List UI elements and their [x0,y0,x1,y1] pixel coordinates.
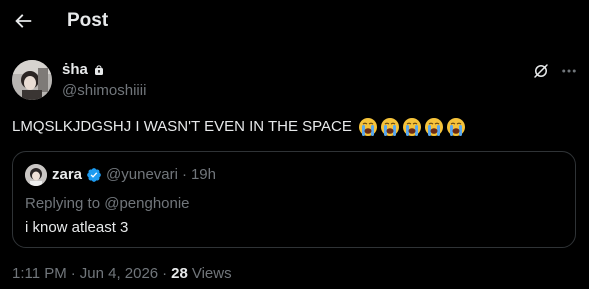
avatar-image [12,60,52,100]
loudly-crying-face-emoji [446,118,465,136]
quoted-avatar-image [25,164,47,186]
quoted-separator: · [181,166,187,183]
post-meta: 1:11 PM · Jun 4, 2026 · 28 Views [12,265,232,283]
page-title: Post [67,10,109,31]
post-time[interactable]: 1:11 PM [12,265,67,283]
author-handle[interactable]: @shimoshiiii [62,82,146,100]
quoted-post-card[interactable]: zara @yunevari · 19h Replying to @pengho… [12,151,576,248]
quoted-timestamp[interactable]: 19h [191,166,216,184]
author-name-row: ṡha [62,61,105,79]
replying-to-label: Replying to [25,195,101,212]
replying-to-handle[interactable]: @penghonie [104,195,189,212]
author-avatar[interactable] [12,60,52,100]
views-label: Views [191,265,232,282]
verified-badge-icon [87,168,101,182]
loudly-crying-face-emoji [402,118,421,136]
top-bar: Post [0,0,589,44]
loudly-crying-face-emoji [424,118,443,136]
back-arrow-icon[interactable] [12,10,34,32]
quoted-post-text: i know atleast 3 [25,219,129,236]
lock-icon [94,64,103,75]
author-name[interactable]: ṡha [62,61,88,79]
quoted-author-handle[interactable]: @yunevari [106,166,178,184]
post-body: LMQSLKJDGSHJ I WASN'T EVEN IN THE SPACE [12,118,352,135]
replying-to-line: Replying to @penghonie [25,195,190,213]
emoji-group [358,117,466,137]
loudly-crying-face-emoji [380,118,399,136]
loudly-crying-face-emoji [358,118,377,136]
post-date[interactable]: Jun 4, 2026 [80,265,158,283]
quoted-author-avatar[interactable] [25,164,47,186]
quoted-author-line: zara @yunevari · 19h [52,166,216,184]
more-dots-icon[interactable] [560,62,578,80]
post-text: LMQSLKJDGSHJ I WASN'T EVEN IN THE SPACE [12,117,466,137]
quoted-author-name[interactable]: zara [52,166,82,184]
meta-separator: · [162,265,168,282]
meta-separator: · [70,265,76,282]
views-count: 28 [171,265,188,282]
grok-icon[interactable] [532,62,550,80]
